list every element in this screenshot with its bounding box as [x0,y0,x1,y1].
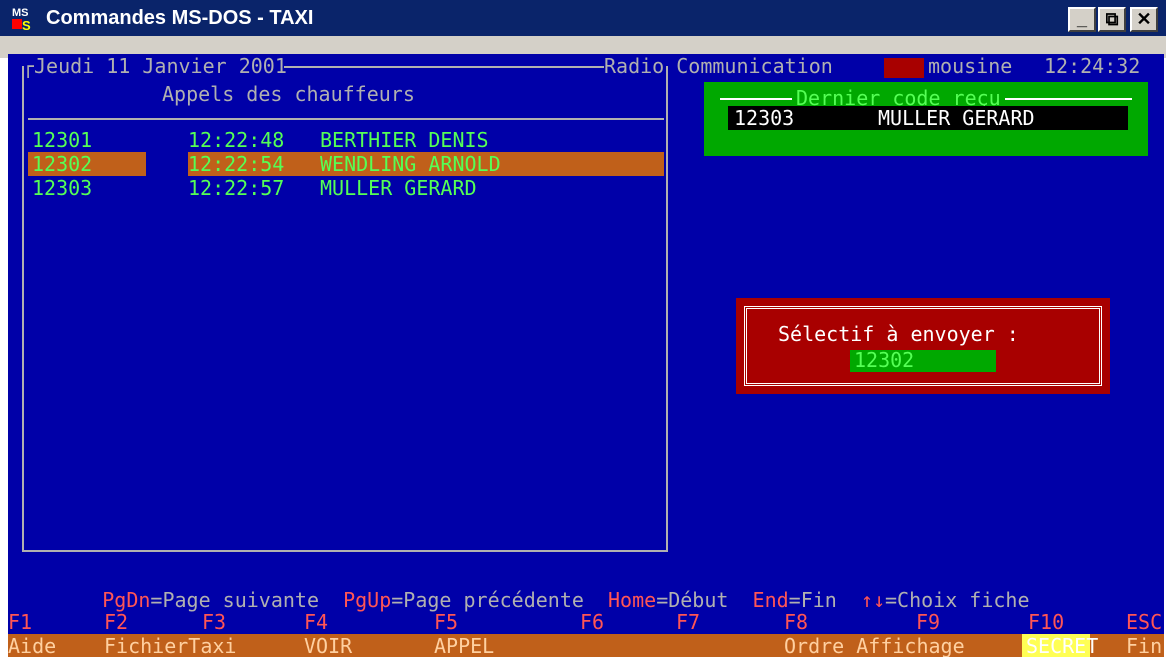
fkey-f9[interactable]: F9 [916,610,940,634]
last-code-name: MULLER GERARD [878,106,1035,130]
arrows-text: =Choix fiche [885,588,1030,612]
selective-value: 12302 [854,348,915,372]
arrows-key: ↑↓ [860,588,886,612]
fkey-f10-label[interactable]: SECRET [1026,634,1098,657]
date-label: Jeudi 11 Janvier 2001 [34,54,287,78]
row-code: 12302 [32,152,93,176]
fkey-f7[interactable]: F7 [676,610,700,634]
fkey-f1[interactable]: F1 [8,610,32,634]
fkey-f8[interactable]: F8 [784,610,808,634]
pgdn-key: PgDn [102,588,151,612]
row-driver: BERTHIER DENIS [320,128,489,152]
fkey-f4[interactable]: F4 [304,610,328,634]
table-row[interactable]: 12303 12:22:57 MULLER GERARD [28,176,664,200]
end-key: End [752,588,789,612]
maximize-icon: ⧉ [1105,9,1119,29]
end-text: =Fin [788,588,837,612]
window-title: Commandes MS-DOS - TAXI [46,7,314,29]
panel-divider [28,118,664,120]
title-bar[interactable]: MS S Commandes MS-DOS - TAXI _ ⧉ ✕ [0,0,1166,58]
fkey-esc[interactable]: ESC [1126,610,1162,634]
top-border-line [284,66,604,68]
fkey-f5-label[interactable]: APPEL [434,634,494,657]
pgdn-text: =Page suivante [150,588,319,612]
fkey-f5[interactable]: F5 [434,610,458,634]
pgup-text: =Page précédente [391,588,584,612]
row-driver: MULLER GERARD [320,176,477,200]
panel-title: Appels des chauffeurs [162,82,415,106]
fkey-f2-label[interactable]: FichierTaxi [104,634,236,657]
fkey-f10[interactable]: F10 [1028,610,1064,634]
row-time: 12:22:48 [188,128,285,152]
row-code: 12303 [32,176,93,200]
selective-frame [744,306,1102,386]
row-driver: WENDLING ARNOLD [320,152,501,176]
home-key: Home [608,588,657,612]
table-row[interactable]: 12301 12:22:48 BERTHIER DENIS [28,128,664,152]
fkey-esc-label[interactable]: Fin [1126,634,1162,657]
radio-indicator [884,58,924,78]
fkey-f3[interactable]: F3 [202,610,226,634]
fkey-f8-label[interactable]: Ordre Affichage [784,634,965,657]
close-icon: ✕ [1136,9,1152,29]
function-key-bar: F1 F2 F3 F4 F5 F6 F7 F8 F9 F10 ESC Aide … [8,610,1164,657]
msdos-window: MS S Commandes MS-DOS - TAXI _ ⧉ ✕ ┌ Jeu… [0,0,1166,661]
svg-text:S: S [22,18,31,33]
close-button[interactable]: ✕ [1130,7,1158,32]
row-code: 12301 [32,128,93,152]
msdos-icon: MS S [10,5,36,33]
minimize-icon: _ [1076,9,1087,29]
last-code-value: 12303 [734,106,795,130]
panel-corner: ┌ [22,54,35,78]
clock: 12:24:32 [1044,54,1141,78]
console-area: ┌ Jeudi 11 Janvier 2001 Radio Communicat… [8,54,1164,657]
limousine-label: mousine [928,54,1013,78]
fkey-f4-label[interactable]: VOIR [304,634,352,657]
row-time: 12:22:54 [188,152,285,176]
selective-label: Sélectif à envoyer : [778,322,1019,346]
minimize-button[interactable]: _ [1068,7,1096,32]
fkey-f6[interactable]: F6 [580,610,604,634]
home-text: =Début [656,588,729,612]
row-time: 12:22:57 [188,176,285,200]
maximize-button[interactable]: ⧉ [1098,7,1126,32]
radio-label: Radio Communication [604,54,833,78]
fkey-f2[interactable]: F2 [104,610,128,634]
pgup-key: PgUp [343,588,392,612]
table-row[interactable]: 12302 12:22:54 WENDLING ARNOLD [28,152,664,176]
fkey-f1-label[interactable]: Aide [8,634,56,657]
